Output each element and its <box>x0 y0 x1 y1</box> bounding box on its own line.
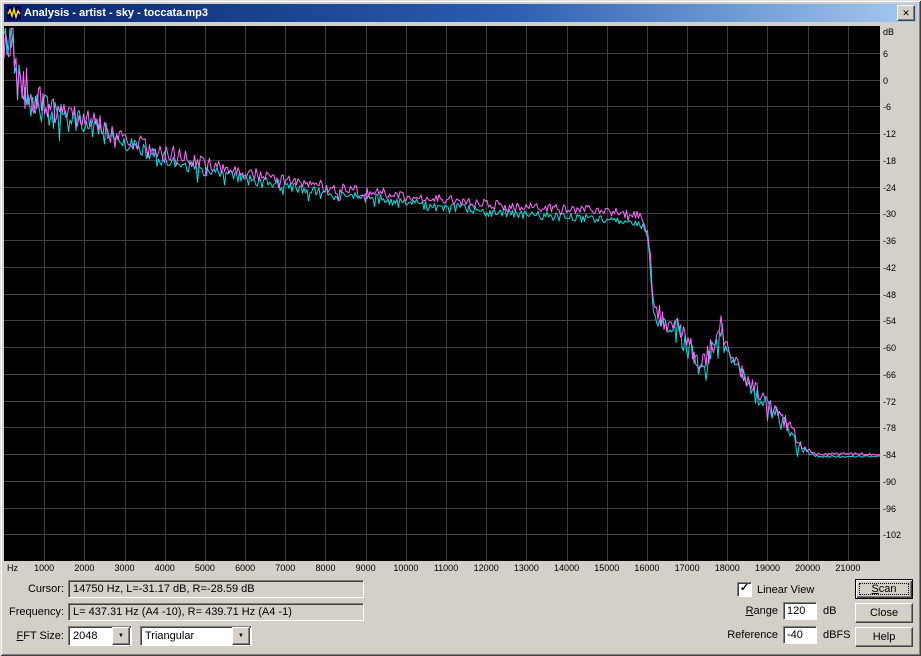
hz-axis-unit: Hz <box>7 563 18 573</box>
db-axis: dB 6 0 -6 -12 -18 -24 -30 -36 -42 -48 -54 -60 -66 -72… <box>882 26 919 561</box>
app-icon[interactable] <box>7 6 21 20</box>
hz-tick-label: 11000 <box>433 563 459 573</box>
help-button-label: Help <box>872 631 896 643</box>
cursor-label: Cursor: <box>27 583 64 595</box>
db-tick-label: -84 <box>883 450 897 460</box>
scan-button[interactable]: Scan <box>855 579 913 599</box>
db-tick-label: 0 <box>883 75 889 86</box>
window-title: Analysis - artist - sky - toccata.mp3 <box>24 7 209 19</box>
hz-tick-label: 1000 <box>34 563 55 573</box>
hz-tick-label: 7000 <box>275 563 296 573</box>
checkmark-icon: ✓ <box>739 582 750 594</box>
db-tick-label: -12 <box>883 129 897 139</box>
hz-tick-label: 10000 <box>393 563 419 573</box>
scan-button-label: can <box>878 583 897 595</box>
db-tick-label: -6 <box>883 102 892 113</box>
hz-tick-label: 16000 <box>634 563 660 573</box>
titlebar[interactable]: Analysis - artist - sky - toccata.mp3 ✕ <box>4 4 917 22</box>
range-label-rest: ange <box>753 605 778 617</box>
reference-input[interactable]: -40 <box>783 626 817 644</box>
hz-tick-label: 6000 <box>235 563 256 573</box>
range-label: Range <box>692 605 778 617</box>
linear-view-checkbox[interactable]: ✓ Linear View <box>737 582 814 597</box>
fft-size-value: 2048 <box>73 630 98 642</box>
db-tick-label: -96 <box>883 503 897 514</box>
close-button[interactable]: ✕ <box>897 5 915 21</box>
fft-window-dropdown-button[interactable]: ▼ <box>232 627 250 645</box>
hz-tick-label: 18000 <box>714 563 740 573</box>
fft-size-label: FFT Size: <box>4 630 65 642</box>
db-tick-label: -24 <box>883 182 897 193</box>
fft-size-dropdown-button[interactable]: ▼ <box>112 627 130 645</box>
cursor-readout[interactable]: 14750 Hz, L=-31.17 dB, R=-28.59 dB <box>68 580 364 598</box>
spectrum-plot[interactable] <box>4 26 880 561</box>
hz-tick-label: 17000 <box>674 563 700 573</box>
db-tick-label: 6 <box>883 48 889 59</box>
db-tick-label: -42 <box>883 262 897 273</box>
db-tick-label: -66 <box>883 369 897 380</box>
hz-tick-label: 15000 <box>594 563 620 573</box>
db-tick-label: -30 <box>883 209 897 220</box>
hz-tick-label: 14000 <box>554 563 580 573</box>
close-icon: ✕ <box>902 7 910 18</box>
close-dialog-button[interactable]: Close <box>855 603 913 623</box>
db-tick-label: -36 <box>883 236 897 246</box>
db-tick-label: -78 <box>883 423 897 434</box>
hz-tick-label: 12000 <box>473 563 499 573</box>
chevron-down-icon: ▼ <box>118 633 124 639</box>
scan-button-label-mnemonic: S <box>871 583 879 595</box>
fft-size-label-rest: FT Size: <box>23 630 64 642</box>
hz-tick-label: 20000 <box>795 563 821 573</box>
hz-tick-label: 3000 <box>114 563 135 573</box>
hz-tick-label: 4000 <box>154 563 175 573</box>
hz-tick-label: 2000 <box>74 563 95 573</box>
help-button[interactable]: Help <box>855 627 913 647</box>
frequency-readout[interactable]: L= 437.31 Hz (A4 -10), R= 439.71 Hz (A4 … <box>68 603 364 621</box>
db-tick-label: -102 <box>883 530 902 541</box>
hz-tick-label: 9000 <box>355 563 376 573</box>
fft-size-select[interactable]: 2048 ▼ <box>68 626 132 646</box>
hz-tick-label: 21000 <box>835 563 861 573</box>
linear-view-label: Linear View <box>757 583 815 596</box>
control-panel: Cursor: 14750 Hz, L=-31.17 dB, R=-28.59 … <box>4 578 917 652</box>
hz-axis: Hz 1000 2000 3000 4000 5000 6000 7000 8000 9000 1… <box>4 563 917 575</box>
hz-tick-label: 8000 <box>315 563 336 573</box>
frequency-label: Frequency: <box>8 606 64 618</box>
close-button-label: Close <box>869 607 899 619</box>
reference-label: Reference <box>727 629 778 641</box>
range-label-mnemonic: R <box>745 605 754 617</box>
db-tick-label: -48 <box>883 289 897 300</box>
db-tick-label: -72 <box>883 396 897 407</box>
reference-unit-label: dBFS <box>823 629 851 641</box>
range-unit-label: dB <box>823 605 837 617</box>
analysis-window: Analysis - artist - sky - toccata.mp3 ✕ … <box>0 0 921 656</box>
fft-window-value: Triangular <box>145 630 195 642</box>
checkbox-box: ✓ <box>737 582 752 597</box>
db-tick-label: -90 <box>883 476 897 487</box>
db-axis-unit: dB <box>883 27 895 37</box>
fft-window-select[interactable]: Triangular ▼ <box>140 626 252 646</box>
spectrum-svg <box>4 26 880 561</box>
db-tick-label: -60 <box>883 343 897 353</box>
chevron-down-icon: ▼ <box>238 633 244 639</box>
hz-tick-label: 13000 <box>513 563 539 573</box>
hz-tick-label: 5000 <box>194 563 215 573</box>
hz-tick-label: 19000 <box>754 563 780 573</box>
db-tick-label: -54 <box>883 316 897 327</box>
db-tick-label: -18 <box>883 155 897 166</box>
range-input[interactable]: 120 <box>783 602 817 620</box>
